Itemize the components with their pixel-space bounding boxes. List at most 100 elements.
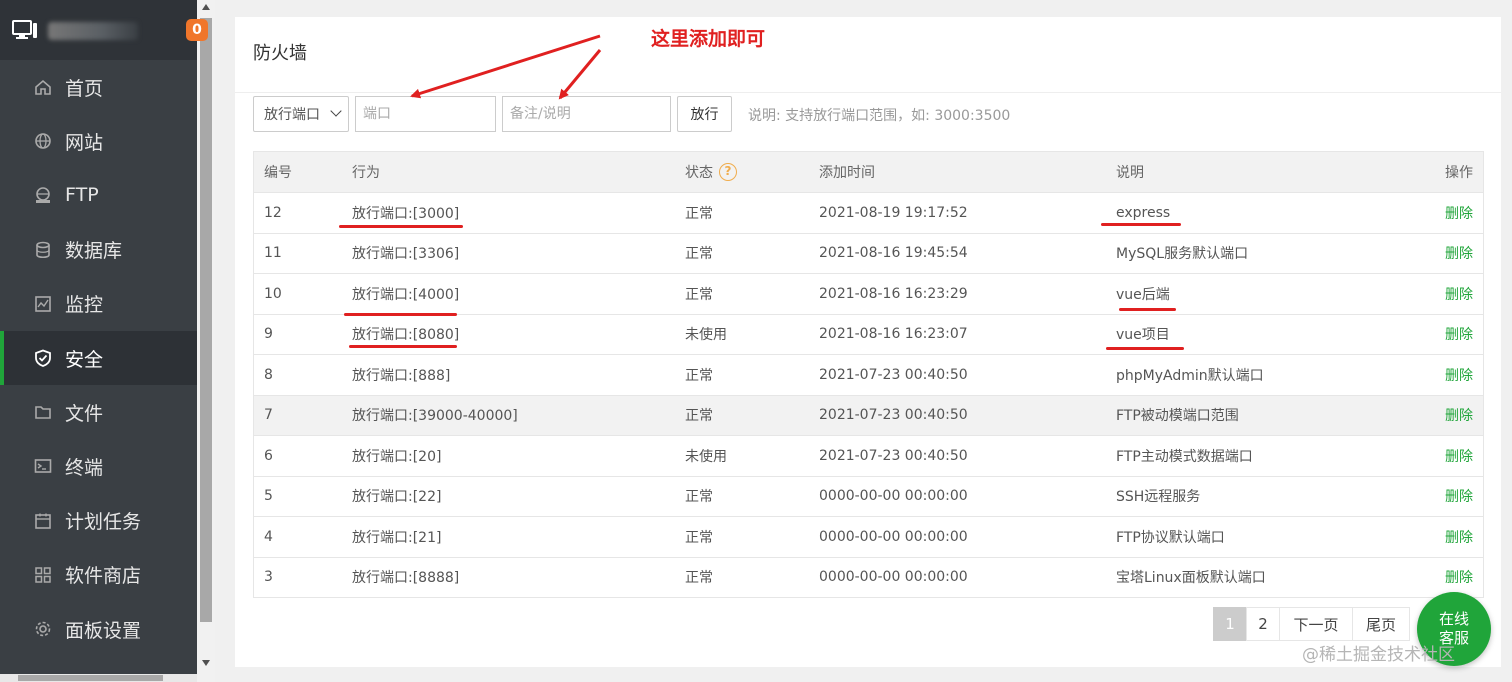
delete-link[interactable]: 删除 [1445, 477, 1473, 517]
port-input[interactable] [355, 96, 496, 132]
sidebar-item-6[interactable]: 文件 [0, 385, 197, 439]
sidebar-header [0, 0, 197, 60]
cell-note: phpMyAdmin默认端口 [1116, 367, 1264, 384]
delete-link[interactable]: 删除 [1445, 274, 1473, 314]
sidebar-item-label: 终端 [65, 456, 104, 479]
cell-status: 正常 [685, 570, 713, 587]
rule-type-select[interactable]: 放行端口 [253, 96, 349, 132]
next-page-button[interactable]: 下一页 [1279, 607, 1353, 641]
server-name-blurred [48, 22, 138, 40]
globe-icon [34, 132, 52, 150]
monitor-icon [34, 295, 52, 313]
watermark: @稀土掘金技术社区 [1302, 645, 1455, 665]
sidebar-item-0[interactable]: 首页 [0, 60, 197, 114]
table-row: 10 放行端口:[4000] 正常 2021-08-16 16:23:29 vue后端删… [254, 273, 1483, 314]
cell-status: 未使用 [685, 327, 727, 344]
chevron-down-icon [330, 105, 342, 117]
sidebar-item-label: 监控 [65, 294, 104, 317]
delete-link[interactable]: 删除 [1445, 517, 1473, 557]
title-divider [235, 92, 1501, 93]
sidebar-item-7[interactable]: 终端 [0, 439, 197, 493]
sidebar-scrollbar[interactable] [197, 0, 215, 682]
cell-time: 2021-07-23 00:40:50 [819, 447, 968, 464]
table-row: 6 放行端口:[20] 未使用 2021-07-23 00:40:50 FTP主动模式数… [254, 435, 1483, 476]
cell-time: 2021-08-16 19:45:54 [819, 245, 968, 262]
delete-link[interactable]: 删除 [1445, 558, 1473, 598]
cell-no: 11 [264, 245, 282, 262]
sidebar-item-10[interactable]: 面板设置 [0, 602, 197, 656]
table-header-row: 编号 行为 状态 ? 添加时间 说明 操作 [254, 152, 1483, 192]
header-note: 说明 [1116, 165, 1144, 181]
header-time: 添加时间 [819, 165, 875, 181]
annotation-underline [1101, 223, 1181, 226]
sidebar-item-1[interactable]: 网站 [0, 114, 197, 168]
allow-button[interactable]: 放行 [677, 96, 732, 132]
cell-note: FTP协议默认端口 [1116, 529, 1225, 546]
cell-action: 放行端口:[3306] [352, 246, 460, 263]
sidebar-item-label: 首页 [65, 77, 104, 100]
folder-icon [34, 403, 52, 421]
cell-status: 正常 [685, 205, 713, 222]
sidebar: 首页网站 FTP 数据库监控安全文件终端计划任务软件商店面板设置 [0, 0, 197, 682]
note-input[interactable] [502, 96, 671, 132]
delete-link[interactable]: 删除 [1445, 436, 1473, 476]
cell-time: 2021-08-19 19:17:52 [819, 204, 968, 221]
cell-action: 放行端口:[39000-40000] [352, 408, 518, 425]
sidebar-item-label: 安全 [65, 348, 104, 371]
cell-no: 9 [264, 326, 273, 343]
cell-note: FTP被动模端口范围 [1116, 408, 1239, 425]
scroll-up-icon[interactable] [202, 4, 210, 10]
cell-no: 12 [264, 204, 282, 221]
cell-no: 6 [264, 447, 273, 464]
help-icon[interactable]: ? [719, 163, 737, 181]
sidebar-item-2[interactable]: FTP [0, 168, 197, 222]
sidebar-item-4[interactable]: 监控 [0, 277, 197, 331]
delete-link[interactable]: 删除 [1445, 193, 1473, 233]
page-2-button[interactable]: 2 [1246, 607, 1280, 641]
delete-link[interactable]: 删除 [1445, 315, 1473, 355]
cell-status: 正常 [685, 246, 713, 263]
page-1-button[interactable]: 1 [1213, 607, 1247, 641]
cell-action: 放行端口:[4000] [352, 286, 460, 303]
table-row: 11 放行端口:[3306] 正常 2021-08-16 19:45:54 MySQL服… [254, 232, 1483, 274]
table-row: 4 放行端口:[21] 正常 0000-00-00 00:00:00 FTP协议默认端口… [254, 516, 1483, 557]
terminal-icon [34, 457, 52, 475]
cell-time: 2021-08-16 16:23:29 [819, 285, 968, 302]
scrollbar-thumb[interactable] [200, 18, 212, 622]
header-action: 行为 [352, 165, 380, 181]
sidebar-item-3[interactable]: 数据库 [0, 223, 197, 277]
cell-time: 2021-08-16 16:23:07 [819, 326, 968, 343]
cell-note: FTP主动模式数据端口 [1116, 448, 1253, 465]
sidebar-item-8[interactable]: 计划任务 [0, 494, 197, 548]
notification-badge[interactable]: 0 [186, 19, 208, 41]
last-page-button[interactable]: 尾页 [1352, 607, 1410, 641]
cell-no: 7 [264, 407, 273, 424]
server-icon [12, 20, 37, 39]
header-no: 编号 [264, 165, 292, 181]
sidebar-item-label: 软件商店 [65, 565, 142, 588]
delete-link[interactable]: 删除 [1445, 396, 1473, 436]
sidebar-item-5[interactable]: 安全 [0, 331, 197, 385]
cell-action: 放行端口:[21] [352, 529, 442, 546]
cell-time: 0000-00-00 00:00:00 [819, 569, 968, 586]
h-scrollbar-thumb[interactable] [18, 675, 163, 681]
apps-icon [34, 566, 52, 584]
cell-note: SSH远程服务 [1116, 489, 1201, 506]
horizontal-scrollbar[interactable] [0, 674, 197, 682]
firewall-table: 编号 行为 状态 ? 添加时间 说明 操作 12 放行端口:[3000] 正常 202… [253, 151, 1484, 598]
pagination: 1 2 下一页 尾页 [1213, 607, 1410, 641]
scroll-down-icon[interactable] [202, 660, 210, 666]
delete-link[interactable]: 删除 [1445, 234, 1473, 274]
header-op: 操作 [1445, 165, 1473, 181]
sidebar-item-label: FTP [65, 184, 99, 207]
cell-time: 2021-07-23 00:40:50 [819, 407, 968, 424]
cell-no: 10 [264, 285, 282, 302]
cell-action: 放行端口:[22] [352, 489, 442, 506]
sidebar-item-9[interactable]: 软件商店 [0, 548, 197, 602]
delete-link[interactable]: 删除 [1445, 355, 1473, 395]
table-row: 3 放行端口:[8888] 正常 0000-00-00 00:00:00 宝塔Linux… [254, 556, 1483, 598]
table-row: 5 放行端口:[22] 正常 0000-00-00 00:00:00 SSH远程服务 删除 [254, 475, 1483, 517]
page-title: 防火墙 [253, 43, 307, 64]
calendar-icon [34, 512, 52, 530]
ftp-icon [34, 186, 52, 204]
